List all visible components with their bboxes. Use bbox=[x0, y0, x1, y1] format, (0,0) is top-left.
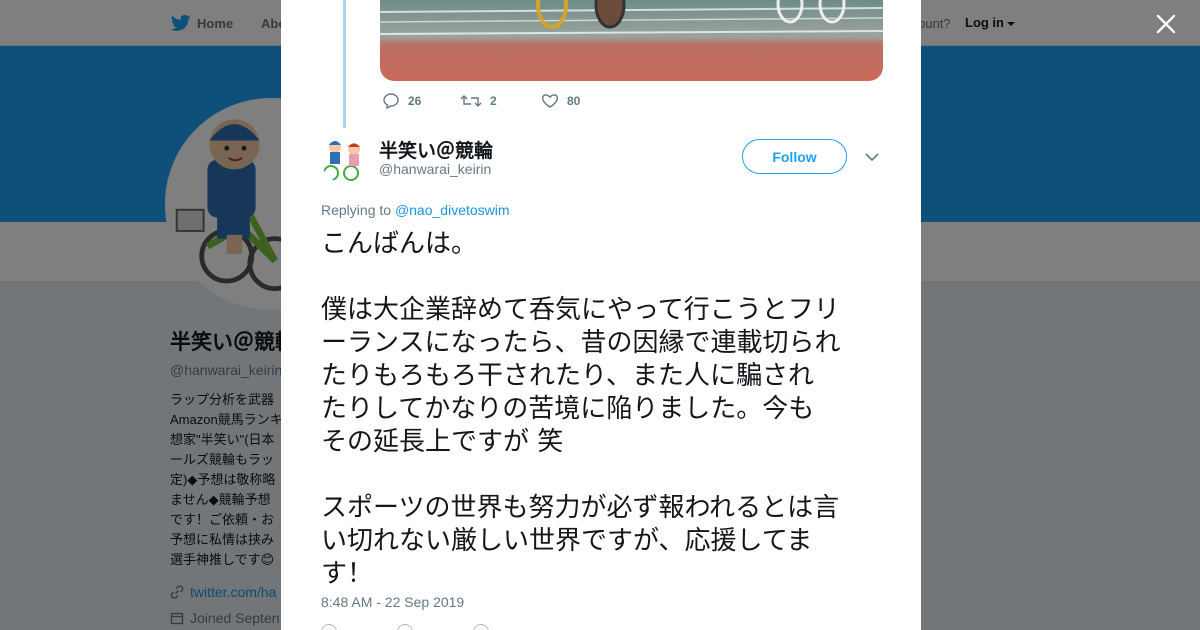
thread-connector-line bbox=[343, 0, 346, 128]
tweet-text-line: その延長上ですが 笑 bbox=[321, 427, 564, 457]
retweet-icon[interactable] bbox=[397, 624, 413, 630]
replying-to: Replying to @nao_divetoswim bbox=[321, 202, 510, 218]
heart-icon bbox=[542, 94, 558, 108]
chevron-down-icon[interactable] bbox=[865, 152, 879, 162]
tweet-text-line bbox=[321, 261, 886, 294]
quoted-reply-count: 26 bbox=[408, 94, 422, 108]
tweet-text-line: たりしてかなりの苦境に陥りました。今も bbox=[321, 394, 815, 424]
replying-prefix: Replying to bbox=[321, 202, 392, 218]
quoted-retweet-action[interactable]: 2 bbox=[460, 93, 497, 109]
close-icon[interactable] bbox=[1154, 12, 1178, 36]
quoted-retweet-count: 2 bbox=[490, 94, 497, 108]
tweet-text-line: スポーツの世界も努力が必ず報われるとは言 bbox=[321, 493, 840, 523]
heart-icon[interactable] bbox=[473, 624, 489, 630]
replying-to-link[interactable]: @nao_divetoswim bbox=[395, 202, 510, 218]
tweet-text: こんばんは。 僕は大企業辞めて呑気にやって行こうとフリ ーランスになったら、昔の… bbox=[321, 228, 886, 591]
cycling-track-photo bbox=[380, 0, 883, 81]
tweet-text-line: ーランスになったら、昔の因縁で連載切られ bbox=[321, 328, 841, 358]
quoted-like-action[interactable]: 80 bbox=[541, 93, 580, 109]
tweet-modal: 26 2 80 半笑い＠競輪 @hanwarai_keirin Follow R… bbox=[281, 0, 921, 630]
tweet-author-handle[interactable]: @hanwarai_keirin bbox=[379, 161, 491, 177]
tweet-author-avatar[interactable] bbox=[321, 135, 369, 183]
retweet-icon bbox=[460, 95, 482, 107]
quoted-reply-action[interactable]: 26 bbox=[382, 93, 421, 109]
tweet-timestamp[interactable]: 8:48 AM - 22 Sep 2019 bbox=[321, 594, 464, 610]
tweet-author-name[interactable]: 半笑い＠競輪 bbox=[379, 136, 493, 163]
tweet-text-line: たりもろもろ干されたり、また人に騙され bbox=[321, 361, 814, 391]
cyclists-illustration bbox=[323, 141, 360, 181]
follow-button[interactable]: Follow bbox=[742, 139, 847, 174]
tweet-text-line: こんばんは。 bbox=[321, 229, 478, 259]
reply-icon[interactable] bbox=[321, 624, 337, 630]
tweet-actions bbox=[321, 624, 489, 630]
tweet-text-line bbox=[321, 459, 886, 492]
tweet-text-line: す！ bbox=[321, 559, 374, 589]
quoted-like-count: 80 bbox=[567, 94, 581, 108]
quoted-tweet-photo[interactable] bbox=[380, 0, 883, 81]
tweet-text-line: い切れない厳しい世界ですが、応援してま bbox=[321, 526, 813, 556]
reply-icon bbox=[383, 93, 399, 109]
tweet-text-line: 僕は大企業辞めて呑気にやって行こうとフリ bbox=[321, 295, 840, 325]
